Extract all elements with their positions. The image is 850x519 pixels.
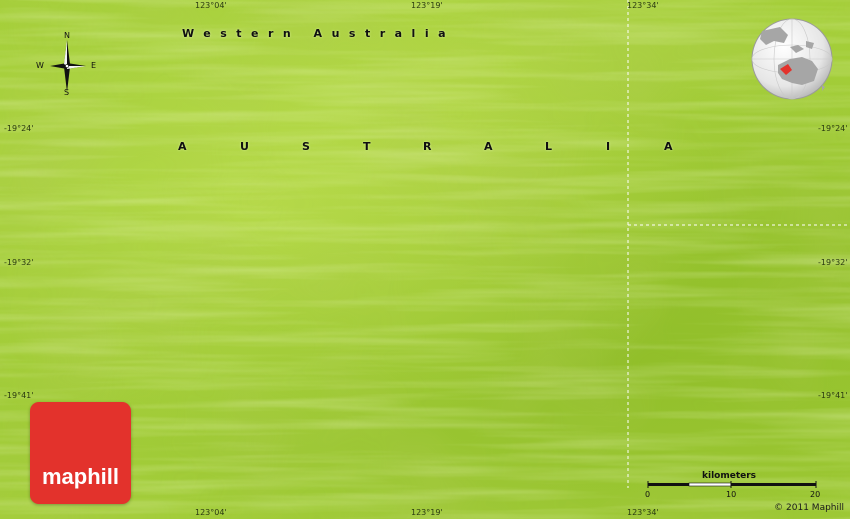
country-label-letter: A [484, 140, 493, 153]
country-label-letter: I [606, 140, 611, 153]
latitude-label-right: -19°32' [818, 258, 848, 267]
scale-tick-label: 10 [726, 490, 737, 499]
country-label-letter: T [363, 140, 371, 153]
compass-east: E [91, 61, 97, 70]
copyright-notice: © 2011 Maphill [774, 503, 844, 513]
logo-text: maphill [41, 464, 119, 489]
region-label: Western Australia [182, 27, 456, 40]
compass-north: N [64, 31, 70, 40]
maphill-logo[interactable]: maphill [30, 402, 131, 504]
scale-tick-label: 0 [645, 490, 651, 499]
latitude-label-right: -19°41' [818, 391, 848, 400]
map-canvas[interactable]: 123°04' 123°19' 123°34' 123°04' 123°19' … [0, 0, 850, 519]
country-label-letter: S [302, 140, 310, 153]
longitude-label-bottom: 123°19' [411, 508, 443, 517]
longitude-label-top: 123°04' [195, 1, 227, 10]
compass-west: W [36, 61, 44, 70]
latitude-label-right: -19°24' [818, 124, 848, 133]
scale-tick-label: 20 [810, 490, 821, 499]
compass-rose: N S E W [36, 31, 100, 98]
country-label-letter: U [240, 140, 249, 153]
longitude-label-top: 123°34' [627, 1, 659, 10]
compass-south: S [64, 88, 70, 97]
latitude-label-left: -19°32' [4, 258, 34, 267]
country-label-letter: R [423, 140, 432, 153]
country-label-letter: A [178, 140, 187, 153]
latitude-label-left: -19°41' [4, 391, 34, 400]
country-label-letter: A [664, 140, 673, 153]
latitude-label-left: -19°24' [4, 124, 34, 133]
longitude-label-bottom: 123°04' [195, 508, 227, 517]
globe-icon [751, 18, 833, 100]
country-label-letter: L [545, 140, 553, 153]
longitude-label-bottom: 123°34' [627, 508, 659, 517]
longitude-label-top: 123°19' [411, 1, 443, 10]
